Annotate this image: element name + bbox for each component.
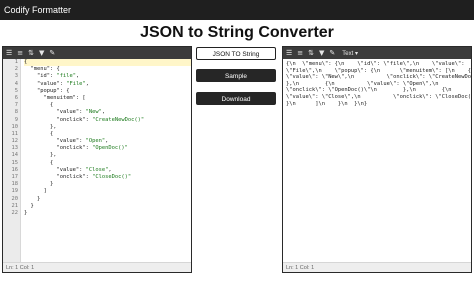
code-line: {	[24, 59, 191, 67]
line-number: 10	[11, 123, 19, 130]
input-status-bar: Ln: 1 Col: 1	[3, 262, 191, 272]
line-number: 5	[14, 87, 18, 94]
mode-select[interactable]: Text ▾	[342, 50, 358, 57]
code-line: "onclick": "OpenDoc()"	[24, 145, 128, 152]
code-line: {	[24, 102, 54, 109]
line-number: 21	[11, 202, 19, 209]
filter-icon[interactable]: ▼	[319, 47, 324, 59]
code-line: "onclick": "CreateNewDoc()"	[24, 116, 145, 123]
code-line: {	[24, 130, 54, 137]
code-line: "id": "file",	[24, 73, 80, 80]
line-number: 7	[14, 102, 18, 109]
line-number: 19	[11, 188, 19, 195]
app-header: Codify Formatter	[0, 0, 474, 20]
wrench-icon[interactable]: ✎	[49, 47, 55, 59]
string-output[interactable]: {\n \"menu\": {\n \"id\": \"file\",\n \"…	[283, 59, 471, 262]
code-line: }	[24, 195, 41, 202]
line-number: 6	[14, 94, 18, 101]
line-number: 2	[14, 66, 18, 73]
align-left-icon[interactable]: ☰	[286, 47, 292, 59]
line-number: 3	[14, 73, 18, 80]
line-number: 14	[11, 152, 19, 159]
line-number: 15	[11, 159, 19, 166]
line-number: 8	[14, 109, 18, 116]
sort-icon[interactable]: ⇅	[28, 47, 34, 59]
code-line: }	[24, 181, 54, 188]
code-line: ]	[24, 188, 47, 195]
input-editor-panel: ☰ ≡ ⇅ ▼ ✎ 1 2 3 4 5 6 7 8 9 10 11 12 13 14 15 16 17 18 19 2…	[2, 46, 192, 273]
output-panel: ☰ ≡ ⇅ ▼ ✎ Text ▾ {\n \"menu\": {\n \"id\…	[282, 46, 472, 273]
code-line: {	[24, 159, 54, 166]
json-to-string-button[interactable]: JSON TO String	[196, 47, 276, 60]
code-line: }	[24, 202, 34, 209]
code-line: "value": "File",	[24, 80, 89, 87]
line-number: 17	[11, 174, 19, 180]
line-number: 16	[11, 166, 19, 173]
code-line: "popup": {	[24, 87, 70, 94]
line-number: 22	[11, 209, 19, 216]
line-number: 1	[14, 59, 18, 65]
output-toolbar: ☰ ≡ ⇅ ▼ ✎ Text ▾	[283, 47, 471, 59]
line-number: 12	[11, 138, 19, 145]
input-toolbar: ☰ ≡ ⇅ ▼ ✎	[3, 47, 191, 59]
page-title: JSON to String Converter	[140, 24, 334, 41]
code-line: "value": "Open",	[24, 138, 109, 145]
wrench-icon[interactable]: ✎	[329, 47, 335, 59]
code-line: }	[24, 209, 28, 216]
code-line: "value": "New",	[24, 109, 106, 116]
line-number: 4	[14, 80, 18, 87]
code-line: "menu": {	[24, 66, 60, 73]
list-icon[interactable]: ≡	[17, 47, 23, 59]
line-number: 18	[11, 181, 19, 188]
line-number: 20	[11, 195, 19, 202]
sort-icon[interactable]: ⇅	[308, 47, 314, 59]
code-line: "onclick": "CloseDoc()"	[24, 174, 132, 180]
code-line: "menuitem": [	[24, 94, 86, 101]
code-line: },	[24, 152, 57, 159]
code-line: },	[24, 123, 57, 130]
json-input-editor[interactable]: 1 2 3 4 5 6 7 8 9 10 11 12 13 14 15 16 17 18 19 20 21 22 { "m…	[3, 59, 191, 262]
line-number: 9	[14, 116, 18, 123]
line-number-gutter: 1 2 3 4 5 6 7 8 9 10 11 12 13 14 15 16 17 18 19 20 21 22	[3, 59, 21, 262]
list-icon[interactable]: ≡	[297, 47, 303, 59]
filter-icon[interactable]: ▼	[39, 47, 44, 59]
download-button[interactable]: Download	[196, 92, 276, 105]
app-name: Codify Formatter	[4, 5, 72, 15]
line-number: 13	[11, 145, 19, 152]
code-area[interactable]: { "menu": { "id": "file", "value": "File…	[21, 59, 191, 262]
sample-button[interactable]: Sample	[196, 69, 276, 82]
align-left-icon[interactable]: ☰	[6, 47, 12, 59]
code-line: "value": "Close",	[24, 166, 112, 173]
line-number: 11	[11, 130, 19, 137]
output-status-bar: Ln: 1 Col: 1	[283, 262, 471, 272]
